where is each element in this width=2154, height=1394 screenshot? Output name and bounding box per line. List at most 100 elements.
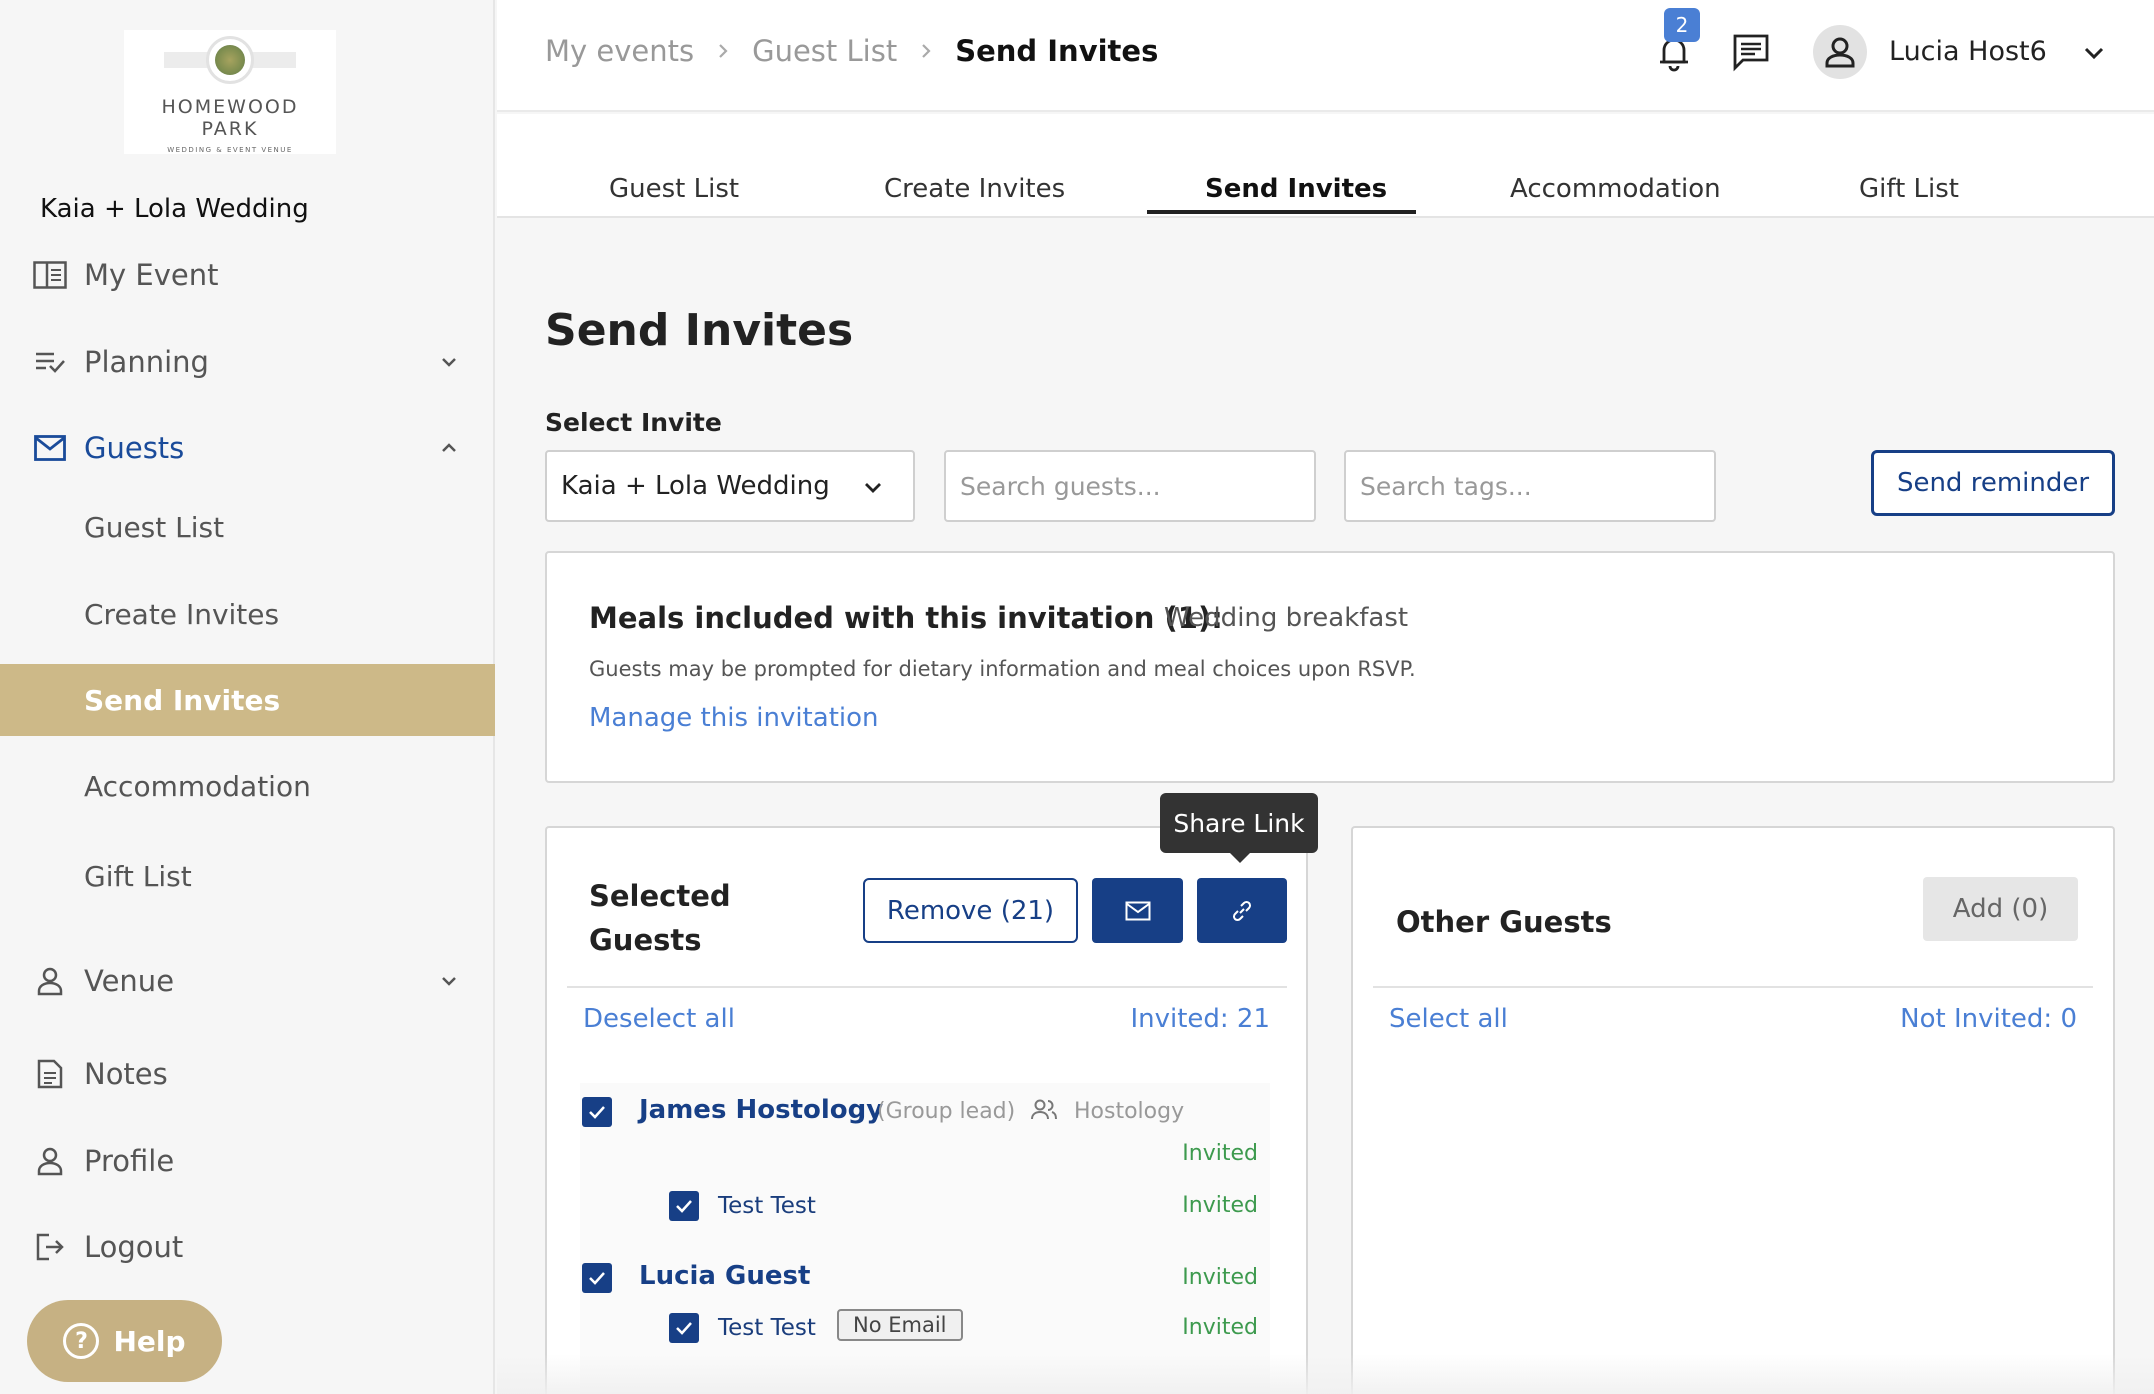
selected-guests-title: Selected Guests [589, 874, 731, 962]
sidebar-item-label: Profile [84, 1144, 175, 1178]
mail-icon [32, 430, 68, 466]
chevron-down-icon[interactable] [2079, 38, 2109, 68]
invite-select-value: Kaia + Lola Wedding [561, 471, 830, 501]
logo-text-2: PARK [201, 118, 259, 140]
tab-accommodation[interactable]: Accommodation [1510, 174, 1721, 204]
guest-status: Invited [1182, 1265, 1258, 1290]
guest-name[interactable]: James Hostology [639, 1095, 883, 1125]
guest-checkbox[interactable] [582, 1263, 612, 1293]
person-icon [32, 1143, 68, 1179]
sidebar-item-label: Guests [84, 431, 185, 465]
meals-value: Wedding breakfast [1164, 603, 1409, 633]
check-icon [676, 1200, 692, 1213]
guest-group: Hostology [1074, 1099, 1185, 1124]
sidebar-subitem-create-invites[interactable]: Create Invites [0, 578, 495, 650]
member-checkbox[interactable] [669, 1191, 699, 1221]
sidebar-subitem-guest-list[interactable]: Guest List [0, 491, 495, 563]
username[interactable]: Lucia Host6 [1889, 36, 2047, 67]
logo-emblem-icon [206, 36, 254, 84]
chevron-right-icon [922, 44, 931, 58]
panel-divider [567, 986, 1287, 988]
not-invited-count: Not Invited: 0 [1900, 1004, 2077, 1034]
share-link-button[interactable] [1197, 878, 1287, 943]
no-email-tag: No Email [837, 1309, 963, 1341]
select-all-link[interactable]: Select all [1389, 1004, 1508, 1034]
logo-text-3: WEDDING & EVENT VENUE [167, 146, 293, 154]
invited-count: Invited: 21 [1130, 1004, 1270, 1034]
person-icon [1825, 37, 1855, 68]
other-guests-title: Other Guests [1396, 905, 1612, 939]
sidebar-subitem-accommodation[interactable]: Accommodation [0, 750, 495, 822]
guest-status: Invited [1182, 1141, 1258, 1166]
logo-text-1: HOMEWOOD [161, 96, 299, 118]
mail-icon [1125, 901, 1150, 920]
person-icon [32, 963, 68, 999]
active-tab-indicator [1147, 210, 1416, 214]
guest-checkbox[interactable] [582, 1097, 612, 1127]
selected-title-line-2: Guests [589, 923, 702, 957]
guest-name[interactable]: Lucia Guest [639, 1261, 810, 1291]
sidebar-item-guests[interactable]: Guests [0, 412, 495, 484]
selected-title-line-1: Selected [589, 879, 731, 913]
meals-info-box: Meals included with this invitation (1):… [545, 551, 2115, 783]
search-tags-input[interactable] [1344, 450, 1716, 522]
avatar[interactable] [1813, 25, 1867, 79]
top-bar: My events Guest List Send Invites 2 Luci… [497, 0, 2154, 112]
document-icon [32, 1056, 68, 1092]
panel-divider [1373, 986, 2093, 988]
member-name[interactable]: Test Test [718, 1193, 816, 1219]
breadcrumb-current: Send Invites [955, 34, 1159, 68]
invite-select[interactable]: Kaia + Lola Wedding [545, 450, 915, 522]
link-icon [1232, 900, 1252, 921]
selected-guest-list: James Hostology (Group lead) Hostology I… [580, 1083, 1270, 1394]
sidebar-subitem-gift-list[interactable]: Gift List [0, 840, 495, 912]
sidebar-item-label: Logout [84, 1230, 184, 1264]
sidebar-item-planning[interactable]: Planning [0, 326, 495, 398]
chevron-down-icon [442, 977, 456, 986]
sidebar: HOMEWOOD PARK WEDDING & EVENT VENUE Kaia… [0, 0, 495, 1394]
select-invite-label: Select Invite [545, 408, 722, 437]
event-name: Kaia + Lola Wedding [40, 194, 309, 224]
chevron-down-icon [865, 483, 881, 493]
member-status: Invited [1182, 1315, 1258, 1340]
sidebar-item-profile[interactable]: Profile [0, 1125, 495, 1197]
group-icon [1031, 1099, 1057, 1120]
meals-title: Meals included with this invitation (1): [589, 601, 1223, 635]
sidebar-subitem-send-invites[interactable]: Send Invites [0, 664, 495, 736]
sidebar-item-label: My Event [84, 258, 219, 292]
venue-logo[interactable]: HOMEWOOD PARK WEDDING & EVENT VENUE [124, 30, 336, 154]
notification-badge: 2 [1664, 8, 1700, 42]
sidebar-item-venue[interactable]: Venue [0, 945, 495, 1017]
sidebar-item-logout[interactable]: Logout [0, 1211, 495, 1283]
sidebar-item-notes[interactable]: Notes [0, 1038, 495, 1110]
search-guests-input[interactable] [944, 450, 1316, 522]
tab-gift-list[interactable]: Gift List [1859, 174, 1959, 204]
book-open-icon [32, 257, 68, 293]
chevron-down-icon [442, 358, 456, 367]
breadcrumb-guest-list[interactable]: Guest List [752, 34, 897, 68]
member-checkbox[interactable] [669, 1313, 699, 1343]
sidebar-item-label: Venue [84, 964, 175, 998]
sidebar-item-label: Notes [84, 1057, 168, 1091]
tab-send-invites[interactable]: Send Invites [1205, 174, 1387, 204]
sub-tabs: Guest List Create Invites Send Invites A… [497, 114, 2154, 218]
guest-role: (Group lead) [877, 1099, 1016, 1124]
sidebar-item-my-event[interactable]: My Event [0, 239, 495, 311]
page-title: Send Invites [545, 305, 854, 356]
add-button[interactable]: Add (0) [1923, 877, 2078, 941]
tab-guest-list[interactable]: Guest List [609, 174, 739, 204]
help-button[interactable]: ? Help [27, 1300, 222, 1382]
send-reminder-button[interactable]: Send reminder [1871, 450, 2115, 516]
share-link-tooltip: Share Link [1160, 793, 1318, 853]
tab-create-invites[interactable]: Create Invites [884, 174, 1065, 204]
member-name[interactable]: Test Test [718, 1315, 816, 1341]
email-invite-button[interactable] [1092, 878, 1183, 943]
sidebar-item-label: Planning [84, 345, 209, 379]
deselect-all-link[interactable]: Deselect all [583, 1004, 735, 1034]
manage-invitation-link[interactable]: Manage this invitation [589, 703, 879, 733]
meals-note: Guests may be prompted for dietary infor… [589, 657, 1416, 681]
member-status: Invited [1182, 1193, 1258, 1218]
remove-button[interactable]: Remove (21) [863, 878, 1078, 943]
breadcrumb-my-events[interactable]: My events [545, 34, 694, 68]
chat-icon[interactable] [1729, 30, 1773, 74]
